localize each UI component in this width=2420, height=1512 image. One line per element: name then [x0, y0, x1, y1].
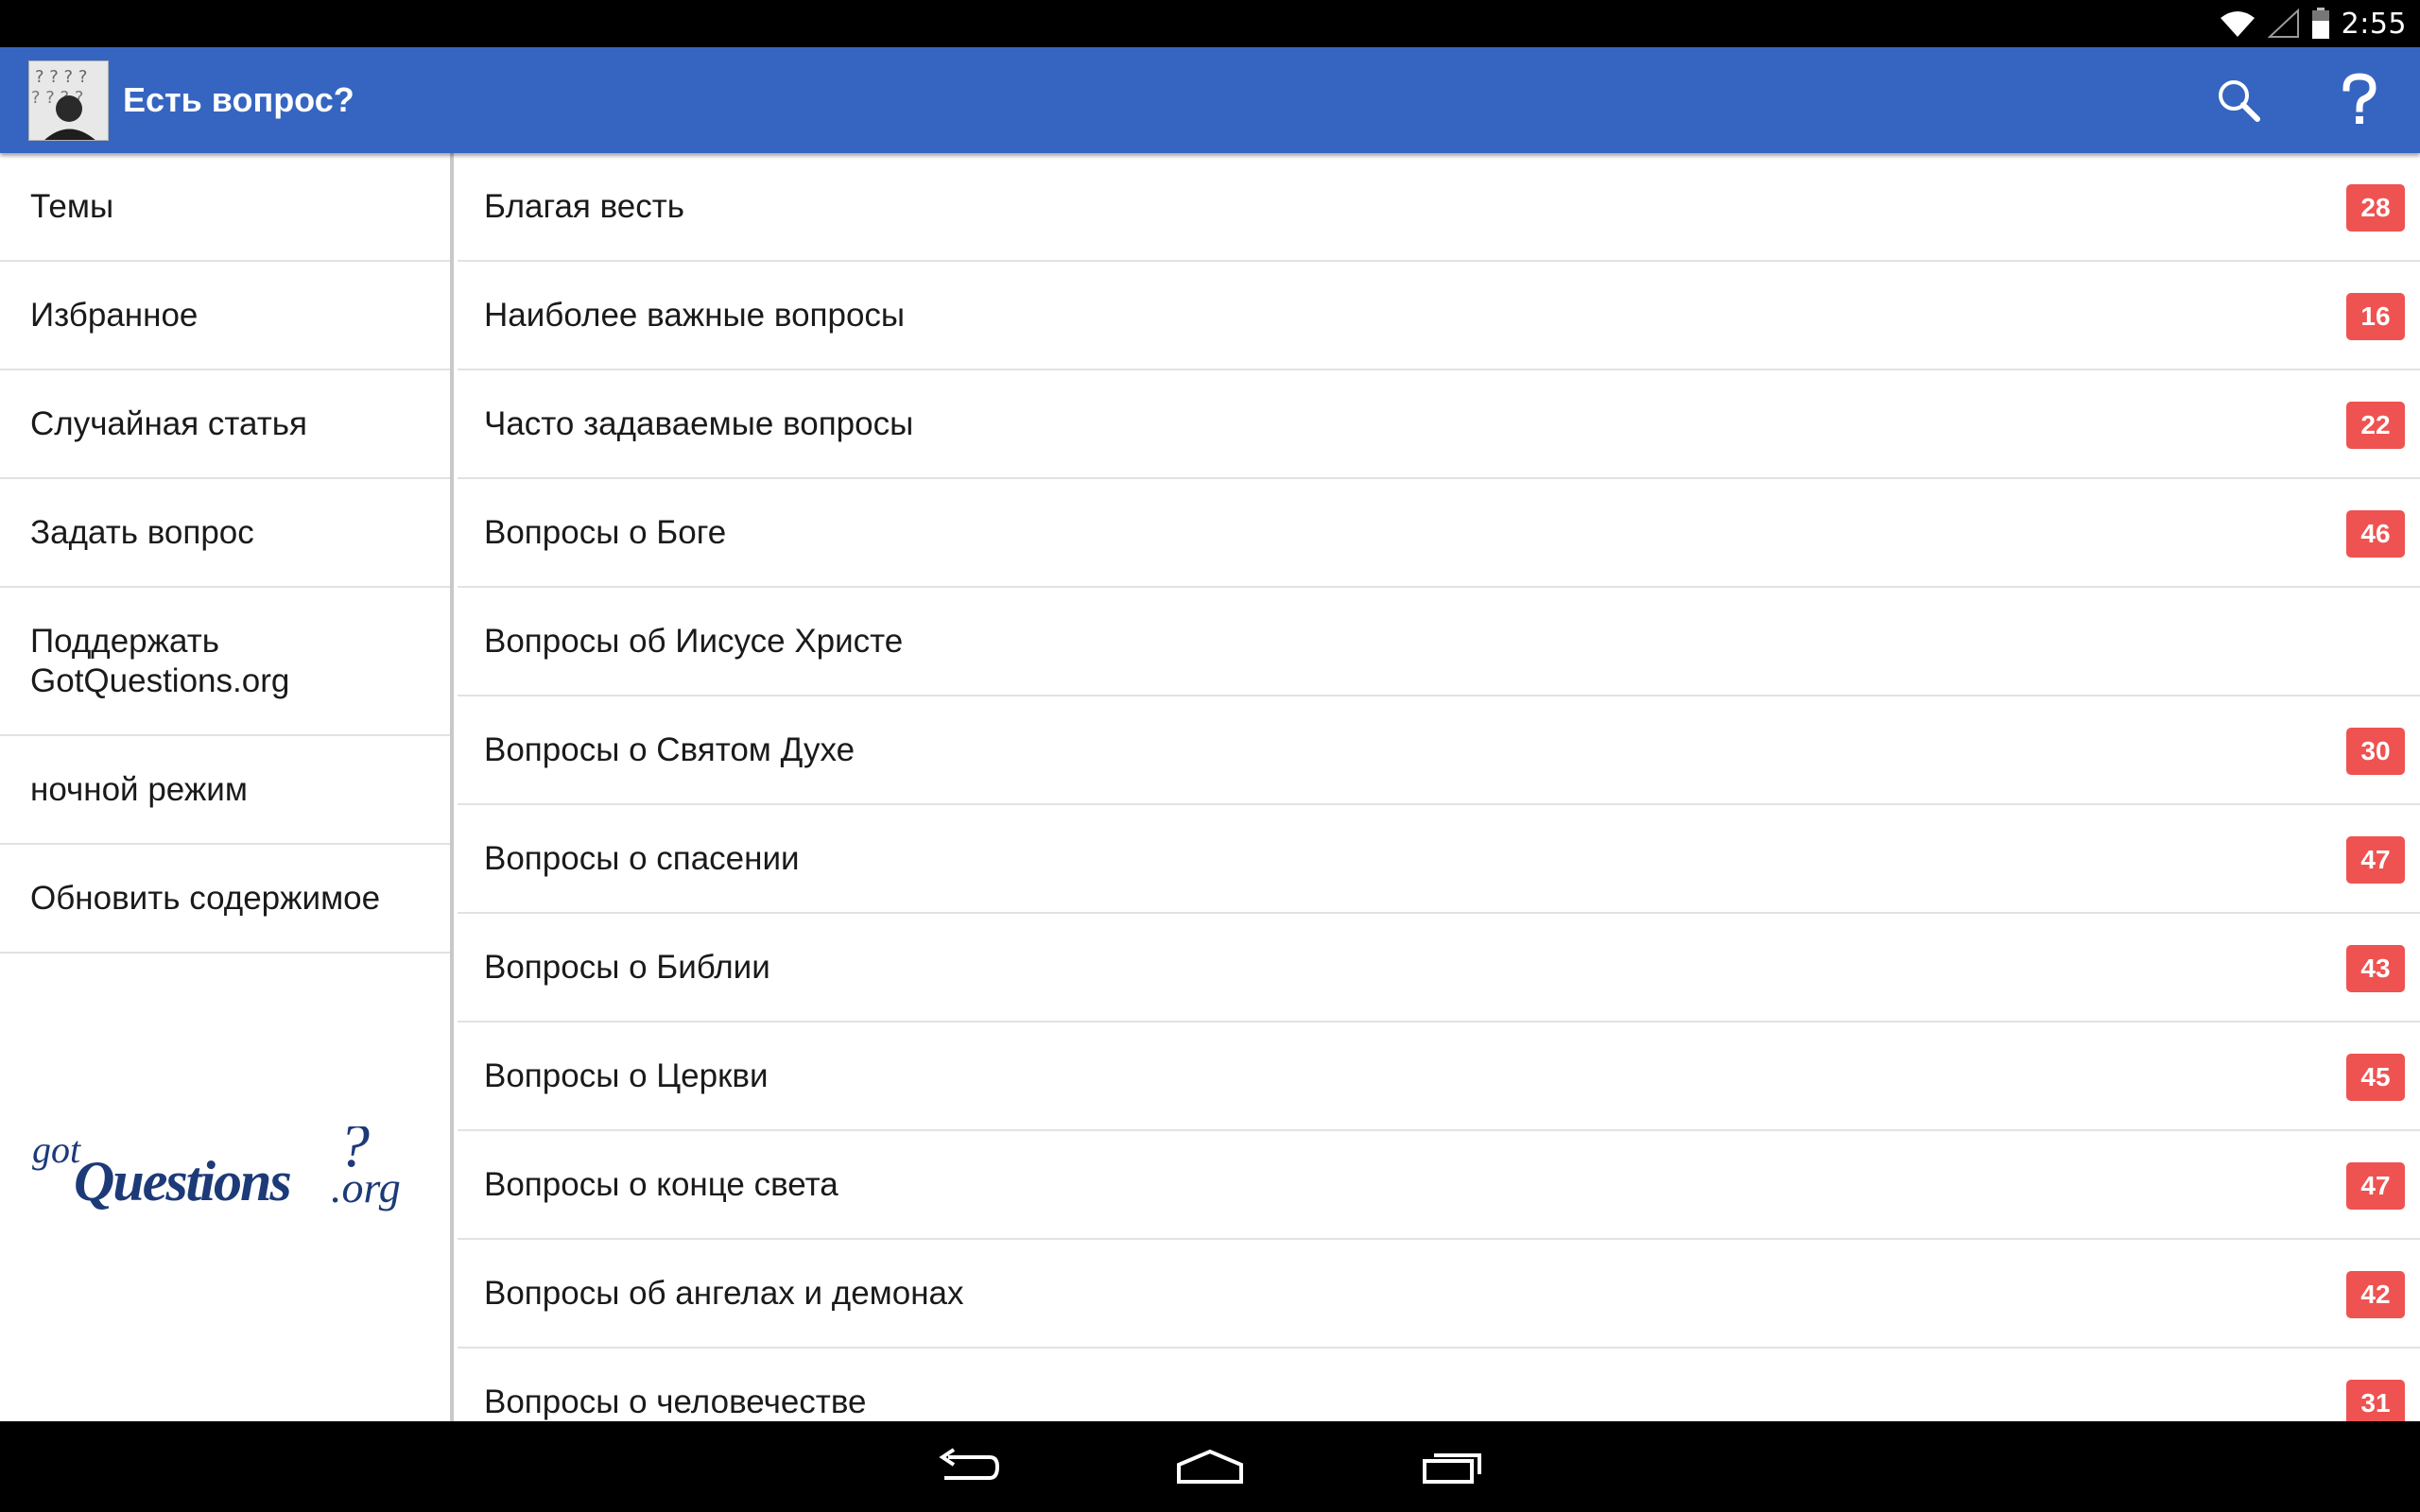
help-icon — [2342, 73, 2377, 124]
sidebar-item-random-article[interactable]: Случайная статья — [0, 370, 450, 479]
count-badge: 45 — [2346, 1054, 2405, 1101]
gotquestions-logo: got Questions .org ? — [30, 1111, 427, 1230]
topic-row-end-times[interactable]: Вопросы о конце света 47 — [458, 1131, 2420, 1240]
count-badge: 30 — [2346, 728, 2405, 775]
sidebar-item-label: Обновить содержимое — [30, 879, 381, 917]
home-button[interactable] — [1153, 1421, 1267, 1512]
sidebar-item-label: Случайная статья — [30, 404, 307, 442]
topic-label: Часто задаваемые вопросы — [484, 404, 914, 442]
recents-icon — [1423, 1453, 1481, 1484]
sidebar-item-night-mode[interactable]: ночной режим — [0, 736, 450, 845]
topic-row-angels-demons[interactable]: Вопросы об ангелах и демонах 42 — [458, 1240, 2420, 1349]
app-icon[interactable]: ? ? ? ? ? ? ? ? — [28, 60, 109, 141]
sidebar-item-favorites[interactable]: Избранное — [0, 262, 450, 370]
topic-label: Вопросы о конце света — [484, 1165, 838, 1203]
count-badge: 42 — [2346, 1271, 2405, 1318]
topic-list: Благая весть 28 Наиболее важные вопросы … — [458, 153, 2420, 1421]
wifi-icon — [2220, 11, 2255, 37]
count-badge: 28 — [2346, 184, 2405, 232]
topic-row-church[interactable]: Вопросы о Церкви 45 — [458, 1022, 2420, 1131]
topic-row-faq[interactable]: Часто задаваемые вопросы 22 — [458, 370, 2420, 479]
sidebar-item-label: Избранное — [30, 296, 199, 334]
sidebar-item-topics[interactable]: Темы — [0, 153, 450, 262]
sidebar-item-refresh-content[interactable]: Обновить содержимое — [0, 845, 450, 954]
svg-text:? ? ? ?: ? ? ? ? — [35, 67, 87, 87]
app-title: Есть вопрос? — [123, 80, 354, 119]
topic-label: Благая весть — [484, 187, 685, 225]
count-badge: 46 — [2346, 510, 2405, 558]
battery-icon — [2311, 8, 2329, 39]
action-bar: ? ? ? ? ? ? ? ? Есть вопрос? — [0, 47, 2420, 153]
topic-label: Вопросы о Святом Духе — [484, 730, 856, 768]
sidebar-item-support[interactable]: Поддержать GotQuestions.org — [0, 588, 450, 736]
back-icon — [939, 1448, 1000, 1480]
topic-row-god[interactable]: Вопросы о Боге 46 — [458, 479, 2420, 588]
status-time: 2:55 — [2341, 7, 2407, 41]
topic-row-good-news[interactable]: Благая весть 28 — [458, 153, 2420, 262]
search-icon — [2219, 80, 2260, 122]
topic-row-holy-spirit[interactable]: Вопросы о Святом Духе 30 — [458, 696, 2420, 805]
topic-row-jesus-christ[interactable]: Вопросы об Иисусе Христе — [458, 588, 2420, 696]
recents-button[interactable] — [1397, 1421, 1511, 1512]
count-badge: 31 — [2346, 1380, 2405, 1421]
search-button[interactable] — [2186, 47, 2291, 153]
count-badge: 16 — [2346, 293, 2405, 340]
sidebar-item-ask-question[interactable]: Задать вопрос — [0, 479, 450, 588]
topic-label: Вопросы о Библии — [484, 948, 770, 986]
status-bar: 2:55 — [0, 0, 2420, 47]
topic-row-humanity[interactable]: Вопросы о человечестве 31 — [458, 1349, 2420, 1421]
home-icon — [1177, 1449, 1243, 1484]
topic-label: Наиболее важные вопросы — [484, 296, 906, 334]
count-badge: 47 — [2346, 1162, 2405, 1210]
topic-row-salvation[interactable]: Вопросы о спасении 47 — [458, 805, 2420, 914]
help-button[interactable] — [2307, 47, 2412, 153]
topic-row-most-important[interactable]: Наиболее важные вопросы 16 — [458, 262, 2420, 370]
svg-text:?: ? — [338, 1126, 370, 1180]
logo-questions-text: Questions — [74, 1150, 290, 1212]
topic-label: Вопросы о спасении — [484, 839, 800, 877]
topic-label: Вопросы о Боге — [484, 513, 727, 551]
sidebar-item-label: Темы — [30, 187, 114, 225]
back-button[interactable] — [911, 1421, 1025, 1512]
topic-label: Вопросы об ангелах и демонах — [484, 1274, 964, 1312]
topic-row-bible[interactable]: Вопросы о Библии 43 — [458, 914, 2420, 1022]
count-badge: 22 — [2346, 402, 2405, 449]
sidebar-item-label: ночной режим — [30, 770, 248, 808]
navigation-bar — [0, 1421, 2420, 1512]
topic-label: Вопросы о Церкви — [484, 1057, 769, 1094]
count-badge: 47 — [2346, 836, 2405, 884]
sidebar-item-label: Задать вопрос — [30, 513, 254, 551]
signal-icon — [2267, 9, 2299, 38]
sidebar-item-label: Поддержать GotQuestions.org — [30, 622, 290, 699]
topic-label: Вопросы о человечестве — [484, 1383, 867, 1420]
topic-label: Вопросы об Иисусе Христе — [484, 622, 904, 660]
count-badge: 43 — [2346, 945, 2405, 992]
sidebar: Темы Избранное Случайная статья Задать в… — [0, 153, 454, 1421]
status-icons: 2:55 — [2219, 0, 2407, 47]
